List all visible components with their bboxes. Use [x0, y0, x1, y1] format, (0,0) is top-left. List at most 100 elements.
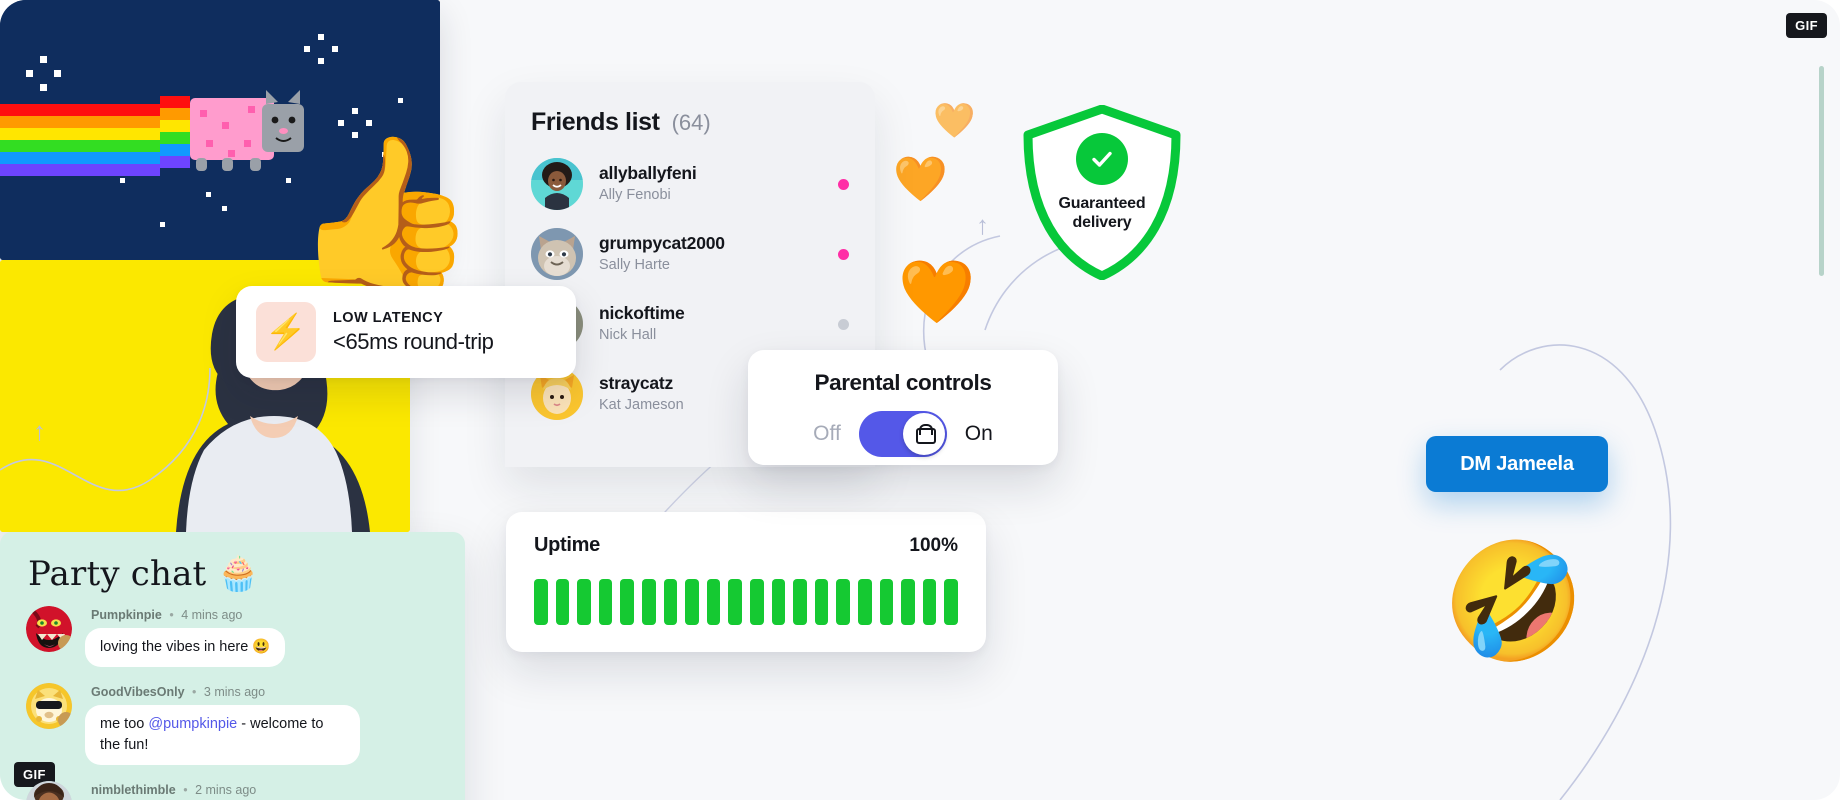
cookie-badge-icon [58, 635, 72, 651]
low-latency-card: ⚡ LOW LATENCY <65ms round-trip [236, 286, 576, 378]
uptime-label: Uptime [534, 534, 600, 556]
low-latency-text: LOW LATENCY <65ms round-trip [333, 310, 494, 355]
uptime-bar [728, 579, 742, 625]
uptime-bar [879, 579, 894, 625]
friends-list-count: (64) [671, 110, 711, 135]
friend-username: allyballyfeni [599, 163, 697, 184]
uptime-bar [555, 579, 570, 625]
friend-status-dot [838, 318, 849, 330]
low-latency-value: <65ms round-trip [333, 328, 494, 354]
uptime-bar-chart [534, 579, 958, 625]
uptime-bar [857, 579, 872, 625]
uptime-bar [706, 579, 721, 625]
friend-username: nickoftime [599, 303, 685, 324]
uptime-bar [901, 579, 915, 625]
friend-row[interactable]: grumpycat2000 Sally Harte [505, 219, 875, 289]
heart-emoji-medium: 🧡 [893, 155, 948, 204]
friends-list-header: Friends list (64) [505, 108, 875, 149]
guaranteed-delivery-badge: Guaranteed delivery [1022, 105, 1182, 280]
lightning-bolt-icon: ⚡ [256, 302, 316, 362]
chat-message: Pumpkinpie • 4 mins ago loving the vibes… [26, 606, 443, 668]
uptime-bar [641, 579, 656, 625]
parental-controls-title: Parental controls [814, 370, 992, 395]
uptime-bar [836, 579, 850, 625]
uptime-bar [598, 579, 613, 625]
friend-status-dot [838, 178, 849, 190]
laughing-emoji: 🤣 [1442, 538, 1586, 666]
chat-message-meta: Pumpkinpie • 4 mins ago [91, 608, 443, 622]
parental-controls-card: Parental controls Off On [748, 350, 1058, 465]
meta-separator: • [169, 608, 174, 622]
friend-fullname: Nick Hall [599, 327, 657, 344]
toggle-knob [902, 413, 945, 455]
chat-bubble: loving the vibes in here 😃 [85, 628, 286, 668]
chat-author: GoodVibesOnly [91, 685, 185, 700]
toggle-off-label: Off [813, 422, 841, 445]
friend-fullname: Ally Fenobi [599, 187, 671, 204]
uptime-bar [793, 579, 807, 625]
party-chat-panel: Party chat 🧁 Pumpkinpie • 4 mins ago lov… [0, 66, 1824, 800]
thumbs-up-emoji: 👍 [292, 129, 479, 297]
uptime-bar [944, 579, 958, 625]
friend-username: grumpycat2000 [599, 233, 725, 254]
friends-list-title: Friends list [531, 108, 660, 136]
guaranteed-delivery-label: Guaranteed delivery [1022, 195, 1182, 232]
parental-controls-toggle[interactable] [858, 411, 947, 457]
shield-line-1: Guaranteed [1058, 195, 1146, 212]
chat-text-before: me too [100, 716, 149, 733]
uptime-bar [620, 579, 634, 625]
uptime-header: Uptime 100% [534, 534, 958, 557]
uptime-bar [685, 579, 699, 625]
uptime-percent: 100% [909, 535, 958, 556]
meta-separator: • [192, 685, 197, 700]
friend-status-dot [838, 248, 849, 260]
friend-meta: nickoftime Nick Hall [599, 302, 822, 345]
friend-meta: allyballyfeni Ally Fenobi [599, 162, 822, 205]
meta-separator: • [183, 783, 188, 798]
toggle-on-label: On [964, 422, 993, 445]
low-latency-kicker: LOW LATENCY [333, 309, 444, 326]
up-arrow-icon: ↑ [33, 416, 46, 446]
chat-timestamp: 2 mins ago [195, 783, 257, 798]
chat-message-body: nimblethimble • 2 mins ago what's everyo… [85, 781, 443, 800]
chat-message-meta: GoodVibesOnly • 3 mins ago [91, 685, 443, 699]
chat-message-meta: nimblethimble • 2 mins ago [91, 783, 443, 797]
chat-message-list: Pumpkinpie • 4 mins ago loving the vibes… [0, 594, 465, 800]
friend-fullname: Sally Harte [599, 257, 670, 274]
chat-author: Pumpkinpie [91, 608, 162, 622]
chat-timestamp: 4 mins ago [181, 608, 243, 622]
poster-stage: 👍 🧡 🧡 🧡 ↑ ↑ 🤣 Friends list (64) allyball… [0, 0, 1840, 800]
uptime-card: Uptime 100% [506, 512, 986, 652]
chat-message-body: Pumpkinpie • 4 mins ago loving the vibes… [85, 606, 443, 668]
uptime-bar [577, 579, 591, 625]
heart-emoji-large: 🧡 [898, 258, 976, 327]
chat-timestamp: 3 mins ago [203, 685, 266, 700]
lock-icon [915, 424, 936, 444]
friend-meta: grumpycat2000 Sally Harte [599, 232, 822, 275]
dm-jameela-button[interactable]: DM Jameela [1426, 436, 1608, 492]
chat-message: GoodVibesOnly • 3 mins ago me too @pumpk… [26, 683, 443, 766]
party-chat-title: Party chat 🧁 [28, 554, 260, 594]
shield-line-2: delivery [1072, 213, 1132, 231]
chat-author: nimblethimble [91, 783, 176, 798]
parental-toggle-row: Off On [748, 411, 1058, 457]
uptime-bar [814, 579, 829, 625]
uptime-bar [534, 579, 548, 625]
chat-bubble: me too @pumpkinpie - welcome to the fun! [85, 705, 360, 766]
chat-mention[interactable]: @pumpkinpie [148, 716, 237, 732]
up-arrow-icon: ↑ [976, 210, 989, 240]
uptime-bar [922, 579, 937, 625]
chat-message-body: GoodVibesOnly • 3 mins ago me too @pumpk… [85, 683, 443, 766]
chat-avatar [26, 683, 72, 730]
cookie-badge-icon [58, 712, 72, 729]
friend-row[interactable]: allyballyfeni Ally Fenobi [505, 149, 875, 219]
chat-message: nimblethimble • 2 mins ago what's everyo… [26, 781, 443, 800]
uptime-bar [749, 579, 764, 625]
chat-avatar [26, 606, 72, 652]
dm-button-label: DM Jameela [1460, 452, 1574, 475]
friend-avatar [531, 158, 583, 210]
check-circle-icon [1076, 133, 1128, 185]
uptime-bar [771, 579, 786, 625]
uptime-bar [663, 579, 678, 625]
heart-emoji-small: 🧡 [933, 102, 976, 140]
